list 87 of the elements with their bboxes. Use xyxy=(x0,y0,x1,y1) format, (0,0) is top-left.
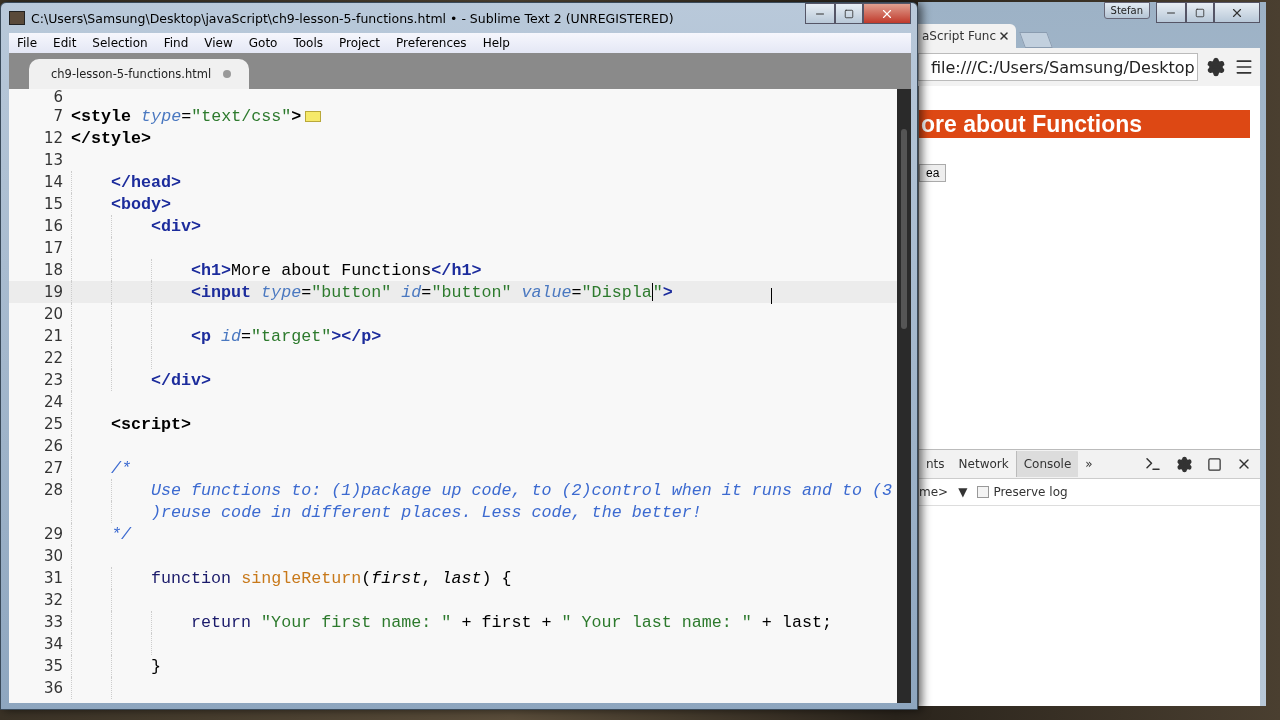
line-number: 17 xyxy=(43,239,63,257)
app-icon xyxy=(9,11,25,25)
menu-item[interactable]: Tools xyxy=(285,36,331,50)
minimize-button[interactable] xyxy=(805,3,835,24)
maximize-button[interactable] xyxy=(1186,2,1214,23)
menu-item[interactable]: Edit xyxy=(45,36,85,50)
file-tab[interactable]: ch9-lesson-5-functions.html xyxy=(29,59,250,89)
line-number: 16 xyxy=(43,217,63,235)
line-number: 29 xyxy=(43,525,63,543)
line-number: 25 xyxy=(43,415,63,433)
code-line: )reuse code in different places. Less code, the better! xyxy=(151,502,702,522)
code-line: /* xyxy=(111,458,132,478)
line-number: 7 xyxy=(53,107,63,125)
line-number: 14 xyxy=(43,173,63,191)
line-number: 32 xyxy=(43,591,63,609)
maximize-button[interactable] xyxy=(835,3,863,24)
code-line: <div> xyxy=(151,216,202,236)
line-number: 33 xyxy=(43,613,63,631)
menu-item[interactable]: Project xyxy=(331,36,389,50)
dropdown-arrow[interactable]: ▼ xyxy=(958,485,968,499)
code-line: </style> xyxy=(71,128,152,148)
preserve-log-checkbox[interactable] xyxy=(977,486,990,498)
line-number: 31 xyxy=(43,569,63,587)
code-line: </head> xyxy=(111,172,182,192)
menu-item[interactable]: Selection xyxy=(84,36,156,50)
menu-item[interactable]: View xyxy=(196,36,241,50)
page-button[interactable]: ea xyxy=(919,164,947,182)
dock-icon[interactable] xyxy=(1207,456,1222,472)
line-number: 27 xyxy=(43,459,63,477)
line-number: 26 xyxy=(43,437,63,455)
more-tabs-button[interactable]: » xyxy=(1078,451,1100,477)
address-field[interactable]: file:///C:/Users/Samsung/Desktop xyxy=(918,53,1198,81)
line-number: 34 xyxy=(43,635,63,653)
close-icon[interactable] xyxy=(998,30,1010,42)
devtools-tab[interactable]: nts xyxy=(919,451,952,477)
settings-icon[interactable] xyxy=(1206,57,1226,77)
code-line: <script> xyxy=(111,414,192,434)
code-line: <style type="text/css"> xyxy=(71,106,302,126)
line-number: 18 xyxy=(43,261,63,279)
line-number: 23 xyxy=(43,371,63,389)
code-line: return "Your first name: " + first + " Your last name: " + last; xyxy=(191,612,832,632)
code-line: <p id="target"></p> xyxy=(191,326,382,346)
line-number: 13 xyxy=(43,151,63,169)
checkbox-label: Preserve log xyxy=(993,485,1068,499)
close-button[interactable] xyxy=(863,3,911,24)
line-number: 36 xyxy=(43,679,63,697)
menu-item[interactable]: Help xyxy=(474,36,518,50)
close-button[interactable] xyxy=(1214,2,1260,23)
line-number: 22 xyxy=(43,349,63,367)
menu-item[interactable]: Preferences xyxy=(388,36,475,50)
line-number: 19 xyxy=(43,283,63,301)
console-icon[interactable] xyxy=(1144,455,1162,473)
maximize-icon xyxy=(844,8,854,19)
line-number: 21 xyxy=(43,327,63,345)
code-line: */ xyxy=(111,524,132,544)
scrollbar[interactable] xyxy=(897,89,911,703)
frame-selector[interactable]: me> xyxy=(919,485,949,499)
code-line: <h1>More about Functions</h1> xyxy=(191,260,482,280)
code-line: Use functions to: (1)package up code, to (2)control when it runs and to (3 xyxy=(151,480,893,500)
window-title: C:\Users\Samsung\Desktop\javaScript\ch9-lesson-5-functions.html • - Sublime Text 2 (UNREGISTERED) xyxy=(31,10,675,26)
line-number: 12 xyxy=(43,129,63,147)
devtools-tab[interactable]: Console xyxy=(1015,451,1079,477)
devtools-tab[interactable]: Network xyxy=(951,451,1016,477)
settings-icon[interactable] xyxy=(1176,455,1193,473)
fold-marker-icon[interactable] xyxy=(305,110,322,122)
menu-item[interactable]: File xyxy=(9,36,46,50)
profile-button[interactable]: Stefan xyxy=(1103,2,1150,19)
code-line: <input type="button" id="button" value="Displa"> xyxy=(191,282,673,302)
maximize-icon xyxy=(1195,7,1205,18)
code-line: } xyxy=(151,656,161,676)
line-number: 6 xyxy=(53,89,63,106)
code-line: function singleReturn(first, last) { xyxy=(151,568,512,588)
minimize-button[interactable] xyxy=(1156,2,1186,23)
line-number: 20 xyxy=(43,305,63,323)
line-number: 35 xyxy=(43,657,63,675)
page-heading: ore about Functions xyxy=(919,110,1250,138)
menu-icon[interactable] xyxy=(1234,57,1254,77)
menu-item[interactable]: Goto xyxy=(240,36,286,50)
menu-item[interactable]: Find xyxy=(155,36,197,50)
line-number: 24 xyxy=(43,393,63,411)
line-number: 30 xyxy=(43,547,63,565)
text-cursor-icon xyxy=(771,288,774,304)
code-line: <body> xyxy=(111,194,172,214)
line-number: 15 xyxy=(43,195,63,213)
line-number: 28 xyxy=(43,481,63,499)
browser-tab[interactable]: aScript Func xyxy=(918,24,1016,48)
code-line: </div> xyxy=(151,370,212,390)
